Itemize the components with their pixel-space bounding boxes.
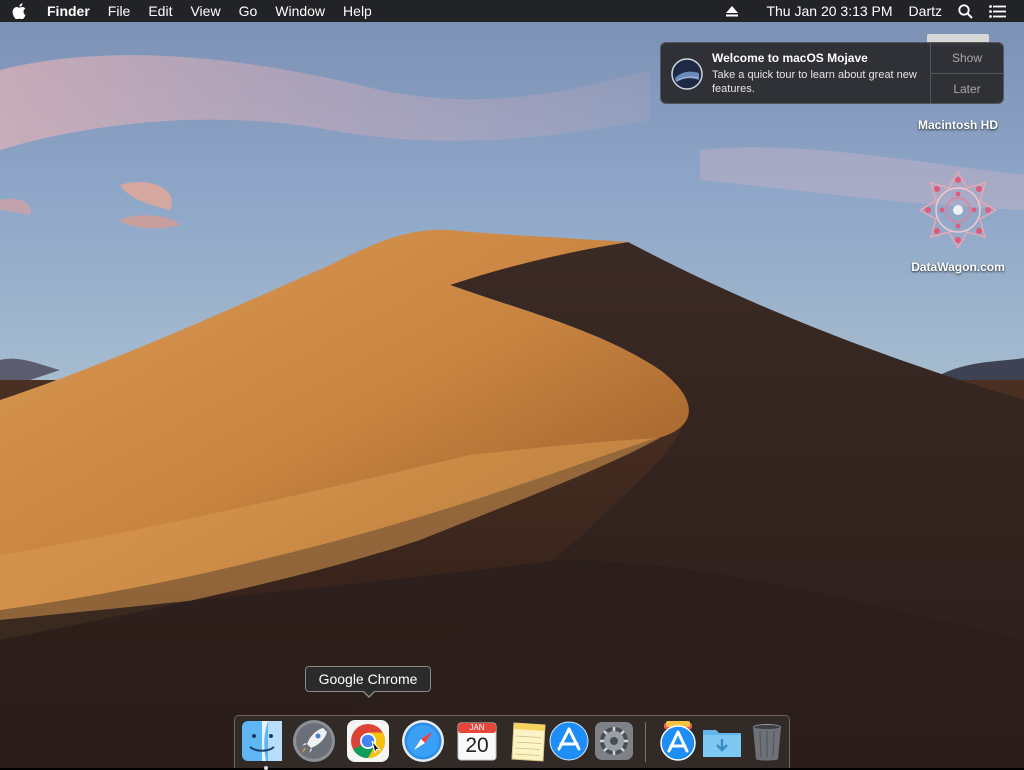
notification-later-button[interactable]: Later (931, 74, 1003, 103)
notification-body: Take a quick tour to learn about great n… (712, 69, 917, 95)
dock-tooltip: Google Chrome (305, 666, 431, 692)
menubar-clock[interactable]: Thu Jan 20 3:13 PM (758, 0, 900, 22)
finder-icon (242, 721, 282, 761)
menu-view[interactable]: View (181, 0, 229, 22)
dock-separator (645, 722, 646, 762)
menu-app-finder[interactable]: Finder (38, 0, 99, 22)
app-store-stack-icon (660, 721, 696, 761)
dock-item-calendar[interactable]: JAN 20 (455, 719, 499, 763)
dock-item-launchpad[interactable] (292, 719, 336, 763)
spotlight-search-icon[interactable] (950, 0, 981, 22)
desktop-icon-label: Macintosh HD (917, 118, 998, 132)
datawagon-logo-icon (918, 170, 998, 250)
tooltip-arrow-inner (363, 690, 375, 696)
dock-item-trash[interactable] (745, 719, 789, 763)
chrome-icon (347, 720, 389, 762)
menu-go[interactable]: Go (230, 0, 267, 22)
desktop-icon-label: DataWagon.com (911, 260, 1005, 274)
menu-window[interactable]: Window (266, 0, 334, 22)
calendar-day: 20 (465, 734, 489, 757)
gear-icon (595, 722, 633, 760)
welcome-notification[interactable]: Welcome to macOS Mojave Take a quick tou… (660, 42, 1004, 104)
dock-item-app-store-stack[interactable] (656, 719, 700, 763)
desktop-wallpaper (0, 0, 1024, 768)
notes-icon (511, 722, 546, 762)
running-indicator (264, 766, 268, 770)
menubar-user[interactable]: Dartz (901, 0, 950, 22)
safari-compass-icon (402, 720, 444, 762)
folder-download-icon (703, 730, 741, 757)
notification-title: Welcome to macOS Mojave (712, 51, 868, 65)
app-store-icon (549, 721, 589, 761)
trash-icon (753, 724, 781, 761)
dock-item-safari[interactable] (401, 719, 445, 763)
dock-item-google-chrome[interactable] (346, 719, 390, 763)
dock-item-finder[interactable] (240, 719, 284, 770)
menu-file[interactable]: File (99, 0, 140, 22)
apple-logo-icon[interactable] (0, 0, 38, 22)
calendar-month: JAN (469, 723, 485, 732)
dock: JAN 20 (234, 715, 790, 770)
notification-show-button[interactable]: Show (931, 43, 1003, 74)
dock-item-downloads-folder[interactable] (700, 719, 744, 763)
dock-item-system-preferences[interactable] (592, 719, 636, 763)
dock-item-app-store[interactable] (547, 719, 591, 763)
menu-edit[interactable]: Edit (139, 0, 181, 22)
dock-item-notes[interactable] (507, 719, 551, 763)
notification-center-icon[interactable] (981, 0, 1014, 22)
eject-icon[interactable] (718, 0, 746, 22)
macos-mojave-icon (671, 58, 703, 90)
launchpad-rocket-icon (293, 720, 335, 762)
menu-bar: Finder File Edit View Go Window Help Thu… (0, 0, 1024, 22)
menu-help[interactable]: Help (334, 0, 381, 22)
desktop-icon-datawagon[interactable]: DataWagon.com (893, 168, 1023, 274)
